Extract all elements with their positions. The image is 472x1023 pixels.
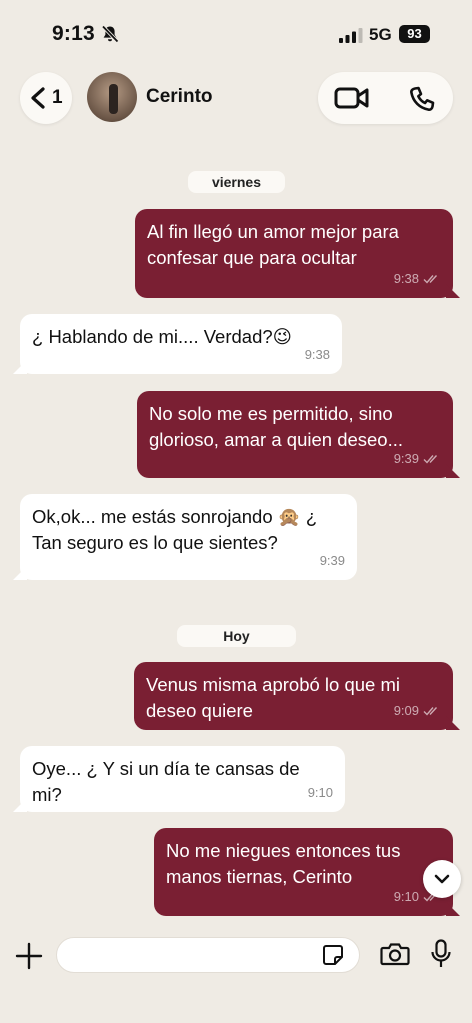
message-incoming[interactable]: Ok,ok... me estás sonrojando 🙊 ¿ Tan seg… [13,494,357,580]
double-check-icon [423,707,438,716]
microphone-icon[interactable] [430,939,452,969]
camera-icon[interactable] [380,942,410,966]
status-bar: 9:13 5G 93 [0,0,472,64]
unread-count: 1 [52,87,63,108]
message-incoming[interactable]: ¿ Hablando de mi.... Verdad?😉 9:38 [13,314,342,374]
message-time: 9:09 [393,703,419,718]
message-outgoing[interactable]: Al fin llegó un amor mejor para confesar… [135,209,460,298]
message-text: Venus misma aprobó lo que mi deseo quier… [146,674,400,721]
message-text: Oye... ¿ Y si un día te cansas de mi? [32,758,300,805]
call-actions [318,72,453,124]
message-text: No me niegues entonces tus manos tiernas… [166,840,401,887]
message-meta: 9:09 [394,698,441,724]
message-text: No solo me es permitido, sino glorioso, … [149,403,404,450]
composer-bar [0,925,472,1023]
message-meta: 9:39 [320,548,345,574]
date-separator: Hoy [177,625,296,647]
chevron-down-icon [434,874,450,884]
chevron-left-icon [31,87,45,109]
message-text: Al fin llegó un amor mejor para confesar… [147,221,399,268]
contact-name[interactable]: Cerinto [146,86,213,108]
status-time: 9:13 [52,22,95,45]
message-time: 9:39 [393,451,419,466]
message-meta: 9:38 [394,266,441,292]
message-time: 9:38 [393,271,419,286]
message-outgoing[interactable]: No solo me es permitido, sino glorioso, … [137,391,460,478]
message-meta: 9:39 [394,446,441,472]
message-meta: 9:38 [305,342,330,368]
avatar[interactable] [87,72,137,122]
double-check-icon [423,275,438,284]
plus-icon[interactable] [14,941,44,971]
message-meta: 9:10 [308,780,333,806]
back-button[interactable]: 1 [20,72,72,124]
message-incoming[interactable]: Oye... ¿ Y si un día te cansas de mi? 9:… [13,746,345,812]
message-text: Ok,ok... me estás sonrojando 🙊 ¿ Tan seg… [32,506,318,553]
message-time: 9:38 [304,347,330,362]
message-time: 9:39 [319,553,345,568]
signal-icon [339,28,363,43]
battery-indicator: 93 [399,25,430,43]
message-time: 9:10 [393,889,419,904]
scroll-to-bottom-button[interactable] [423,860,461,898]
phone-icon[interactable] [408,85,436,113]
network-label: 5G [369,25,392,44]
message-input[interactable] [56,937,360,973]
bell-slash-icon [101,25,119,43]
double-check-icon [423,455,438,464]
message-time: 9:10 [307,785,333,800]
video-camera-icon[interactable] [334,86,370,110]
message-outgoing[interactable]: Venus misma aprobó lo que mi deseo quier… [134,662,460,730]
date-separator: viernes [188,171,285,193]
sticker-icon[interactable] [322,944,344,966]
message-outgoing[interactable]: No me niegues entonces tus manos tiernas… [154,828,460,916]
message-text: ¿ Hablando de mi.... Verdad?😉 [32,326,292,347]
